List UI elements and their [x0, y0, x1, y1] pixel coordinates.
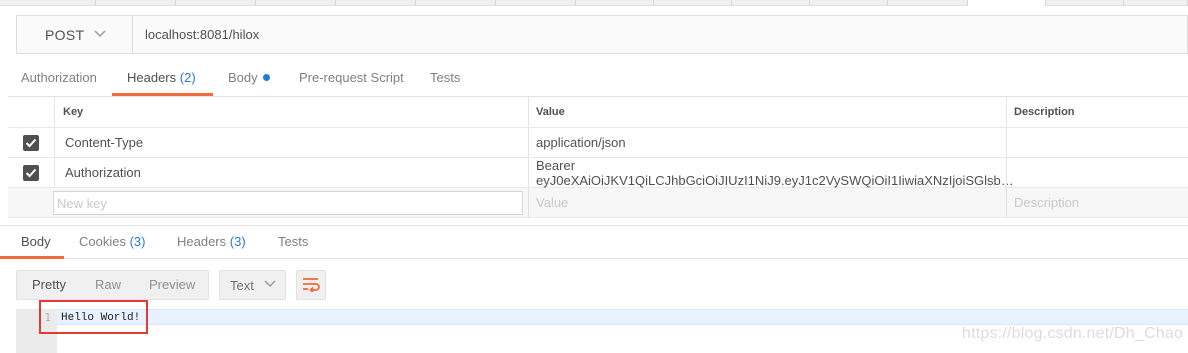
body-modified-dot-icon [262, 74, 270, 82]
tab-count: (3) [129, 234, 146, 249]
raw-button[interactable]: Raw [95, 271, 121, 299]
tab-label: Body [21, 234, 51, 249]
preview-button[interactable]: Preview [149, 271, 195, 299]
tab-label: Tests [278, 234, 309, 249]
header-key-cell[interactable]: Content-Type [54, 128, 528, 157]
new-header-row: New key Value Description [8, 188, 1188, 218]
tab-count: (3) [229, 234, 246, 249]
new-description-input[interactable]: Description [1006, 188, 1188, 217]
header-description-cell[interactable] [1006, 158, 1188, 187]
tab-label: Headers [177, 234, 227, 249]
header-key-cell[interactable]: Authorization [54, 158, 528, 187]
column-key: Key [54, 97, 528, 127]
tab-body[interactable]: Body [228, 62, 270, 96]
tab-response-body[interactable]: Body [0, 226, 64, 259]
tab-tests[interactable]: Tests [430, 62, 460, 96]
tab-label: Authorization [21, 70, 97, 85]
header-value-cell[interactable]: application/json [528, 128, 1006, 157]
tab-cookies[interactable]: Cookies (3) [79, 226, 145, 259]
row-enabled-checkbox[interactable] [23, 164, 39, 181]
chevron-down-icon [264, 279, 276, 291]
tab-authorization[interactable]: Authorization [21, 62, 97, 96]
request-bar: POST localhost:8081/hilox [16, 15, 1188, 54]
new-value-input[interactable]: Value [528, 188, 1006, 217]
wrap-lines-button[interactable] [296, 270, 326, 300]
tab-response-headers[interactable]: Headers (3) [177, 226, 246, 259]
tab-label: Pre-request Script [299, 70, 404, 85]
method-label: POST [45, 26, 85, 43]
tab-pre-request-script[interactable]: Pre-request Script [299, 62, 404, 96]
tab-label: Headers [127, 70, 177, 85]
table-row: Content-Type application/json [8, 128, 1188, 158]
format-select[interactable]: Text [219, 270, 286, 300]
highlight-annotation-box [39, 300, 148, 334]
watermark: https://blog.csdn.net/Dh_Chao [962, 325, 1184, 342]
pretty-button[interactable]: Pretty [32, 271, 66, 299]
request-tabs: Authorization Headers (2) Body Pre-reque… [0, 62, 1188, 96]
new-key-input[interactable]: New key [53, 191, 523, 215]
header-value-cell[interactable]: Bearer eyJ0eXAiOiJKV1QiLCJhbGciOiJIUzI1N… [528, 158, 1014, 188]
tab-headers[interactable]: Headers (2) [112, 62, 213, 96]
headers-table-header: Key Value Description [8, 97, 1188, 128]
tab-test-results[interactable]: Tests [278, 226, 308, 259]
column-value: Value [528, 97, 1006, 127]
view-mode-group: Pretty Raw Preview [16, 270, 209, 300]
header-description-cell[interactable] [1006, 128, 1188, 157]
method-select[interactable]: POST [17, 16, 133, 53]
response-tabs: Body Cookies (3) Headers (3) Tests [0, 225, 1188, 259]
wrap-lines-icon [301, 276, 321, 295]
column-description: Description [1006, 97, 1188, 127]
active-line-highlight [57, 309, 1188, 325]
tab-label: Tests [430, 70, 461, 85]
chevron-down-icon [94, 29, 106, 41]
url-input[interactable]: localhost:8081/hilox [145, 16, 259, 53]
format-label: Text [230, 277, 254, 293]
tab-label: Body [228, 70, 258, 85]
tab-label: Cookies [79, 234, 126, 249]
headers-table: Key Value Description Content-Type appli… [8, 96, 1188, 218]
top-tab-strip [0, 0, 1188, 6]
table-row: Authorization Bearer eyJ0eXAiOiJKV1QiLCJ… [8, 158, 1188, 188]
row-enabled-checkbox[interactable] [23, 134, 39, 151]
tab-count: (2) [179, 70, 196, 85]
